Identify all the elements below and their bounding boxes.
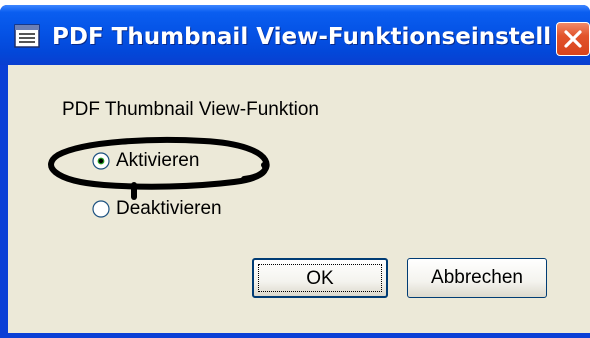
cancel-button[interactable]: Abbrechen	[407, 258, 547, 298]
option-activate-label: Aktivieren	[116, 150, 200, 171]
radio-unselected-icon[interactable]	[92, 200, 110, 218]
radio-selected-icon[interactable]	[92, 152, 110, 170]
close-button[interactable]	[556, 22, 590, 56]
group-label: PDF Thumbnail View-Funktion	[62, 99, 319, 120]
settings-dialog: PDF Thumbnail View-Funktionseinstell... …	[0, 5, 590, 338]
dialog-body: PDF Thumbnail View-Funktion Aktivieren D…	[8, 65, 590, 333]
title-bar[interactable]: PDF Thumbnail View-Funktionseinstell...	[0, 5, 590, 65]
ok-button-label: OK	[306, 268, 334, 289]
ok-button[interactable]: OK	[252, 258, 388, 298]
close-icon	[564, 30, 582, 48]
document-icon[interactable]	[14, 24, 40, 48]
window-title: PDF Thumbnail View-Funktionseinstell...	[52, 24, 552, 50]
option-deactivate-label: Deaktivieren	[116, 198, 222, 219]
